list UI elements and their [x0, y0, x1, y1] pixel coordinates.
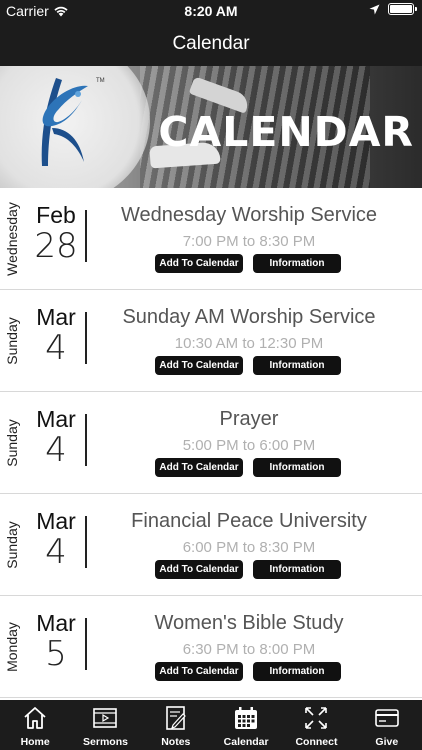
event-row[interactable]: Monday Mar 5 Women's Bible Study 6:30 PM… [0, 596, 422, 698]
banner-title: CALENDAR [158, 108, 414, 156]
tab-notes-label: Notes [161, 736, 191, 748]
date-divider [85, 516, 87, 568]
tab-sermons[interactable]: Sermons [70, 700, 140, 750]
add-to-calendar-button[interactable]: Add To Calendar [155, 356, 243, 375]
event-weekday: Wednesday [0, 188, 24, 290]
tab-home-label: Home [20, 736, 50, 748]
trademark-mark: TM [96, 78, 105, 84]
event-weekday: Sunday [0, 290, 24, 392]
tab-sermons-label: Sermons [83, 736, 128, 748]
event-title: Wednesday Worship Service [120, 204, 378, 226]
event-title: Women's Bible Study [154, 612, 344, 634]
event-title: Financial Peace University [131, 510, 367, 532]
event-time: 6:30 PM to 8:00 PM [182, 641, 316, 658]
status-right [369, 3, 417, 15]
tab-connect[interactable]: Connect [281, 700, 351, 750]
information-button[interactable]: Information [253, 662, 341, 681]
notes-icon [166, 706, 186, 730]
information-button[interactable]: Information [253, 356, 341, 375]
date-divider [85, 312, 87, 364]
event-weekday: Monday [0, 596, 24, 698]
event-day: 28 [34, 226, 78, 266]
date-divider [85, 618, 87, 670]
event-time: 10:30 AM to 12:30 PM [174, 335, 324, 352]
event-title: Sunday AM Worship Service [122, 306, 376, 328]
tab-calendar[interactable]: Calendar [211, 700, 281, 750]
event-month: Mar [36, 508, 76, 534]
church-logo-icon [41, 78, 88, 166]
tab-home[interactable]: Home [0, 700, 70, 750]
page-title: Calendar [172, 33, 250, 54]
calendar-banner: TM CALENDAR [0, 66, 422, 188]
event-weekday-label: Sunday [4, 521, 20, 569]
event-weekday-label: Monday [4, 622, 20, 672]
tab-notes[interactable]: Notes [141, 700, 211, 750]
top-bar: Carrier 8:20 AM Calendar [0, 0, 422, 66]
event-weekday: Sunday [0, 392, 24, 494]
event-month: Mar [36, 304, 76, 330]
connect-icon [305, 707, 328, 729]
tab-calendar-label: Calendar [223, 736, 269, 748]
event-day: 4 [45, 532, 67, 572]
information-button[interactable]: Information [253, 458, 341, 477]
events-list[interactable]: Wednesday Feb 28 Wednesday Worship Servi… [0, 188, 422, 698]
event-row[interactable]: Sunday Mar 4 Sunday AM Worship Service 1… [0, 290, 422, 392]
add-to-calendar-button[interactable]: Add To Calendar [155, 560, 243, 579]
information-button[interactable]: Information [253, 254, 341, 273]
event-row[interactable]: Wednesday Feb 28 Wednesday Worship Servi… [0, 188, 422, 290]
tab-give[interactable]: Give [352, 700, 422, 750]
card-icon [374, 709, 399, 727]
tab-bar: Home Sermons Notes Calendar Connect Give [0, 700, 422, 750]
event-weekday: Sunday [0, 494, 24, 596]
information-button[interactable]: Information [253, 560, 341, 579]
date-divider [85, 414, 87, 466]
event-month: Feb [36, 202, 76, 228]
status-bar: Carrier 8:20 AM [0, 0, 422, 22]
location-arrow-icon [369, 4, 380, 14]
video-icon [93, 708, 118, 728]
event-day: 4 [45, 328, 67, 368]
event-weekday-label: Sunday [4, 317, 20, 365]
event-row[interactable]: Sunday Mar 4 Financial Peace University … [0, 494, 422, 596]
status-time: 8:20 AM [184, 3, 238, 19]
battery-icon [388, 3, 417, 15]
date-divider [85, 210, 87, 262]
event-weekday-label: Wednesday [4, 202, 20, 276]
calendar-icon [235, 707, 258, 729]
event-time: 7:00 PM to 8:30 PM [182, 233, 316, 250]
tab-connect-label: Connect [295, 736, 338, 748]
event-day: 4 [45, 430, 67, 470]
event-time: 6:00 PM to 8:30 PM [182, 539, 316, 556]
event-month: Mar [36, 406, 76, 432]
add-to-calendar-button[interactable]: Add To Calendar [155, 458, 243, 477]
event-row[interactable]: Sunday Mar 4 Prayer 5:00 PM to 6:00 PM A… [0, 392, 422, 494]
event-weekday-label: Sunday [4, 419, 20, 467]
add-to-calendar-button[interactable]: Add To Calendar [155, 662, 243, 681]
home-icon [24, 707, 46, 729]
event-time: 5:00 PM to 6:00 PM [182, 437, 316, 454]
event-day: 5 [45, 634, 67, 674]
event-title: Prayer [219, 408, 279, 430]
event-month: Mar [36, 610, 76, 636]
add-to-calendar-button[interactable]: Add To Calendar [155, 254, 243, 273]
tab-give-label: Give [375, 736, 399, 748]
